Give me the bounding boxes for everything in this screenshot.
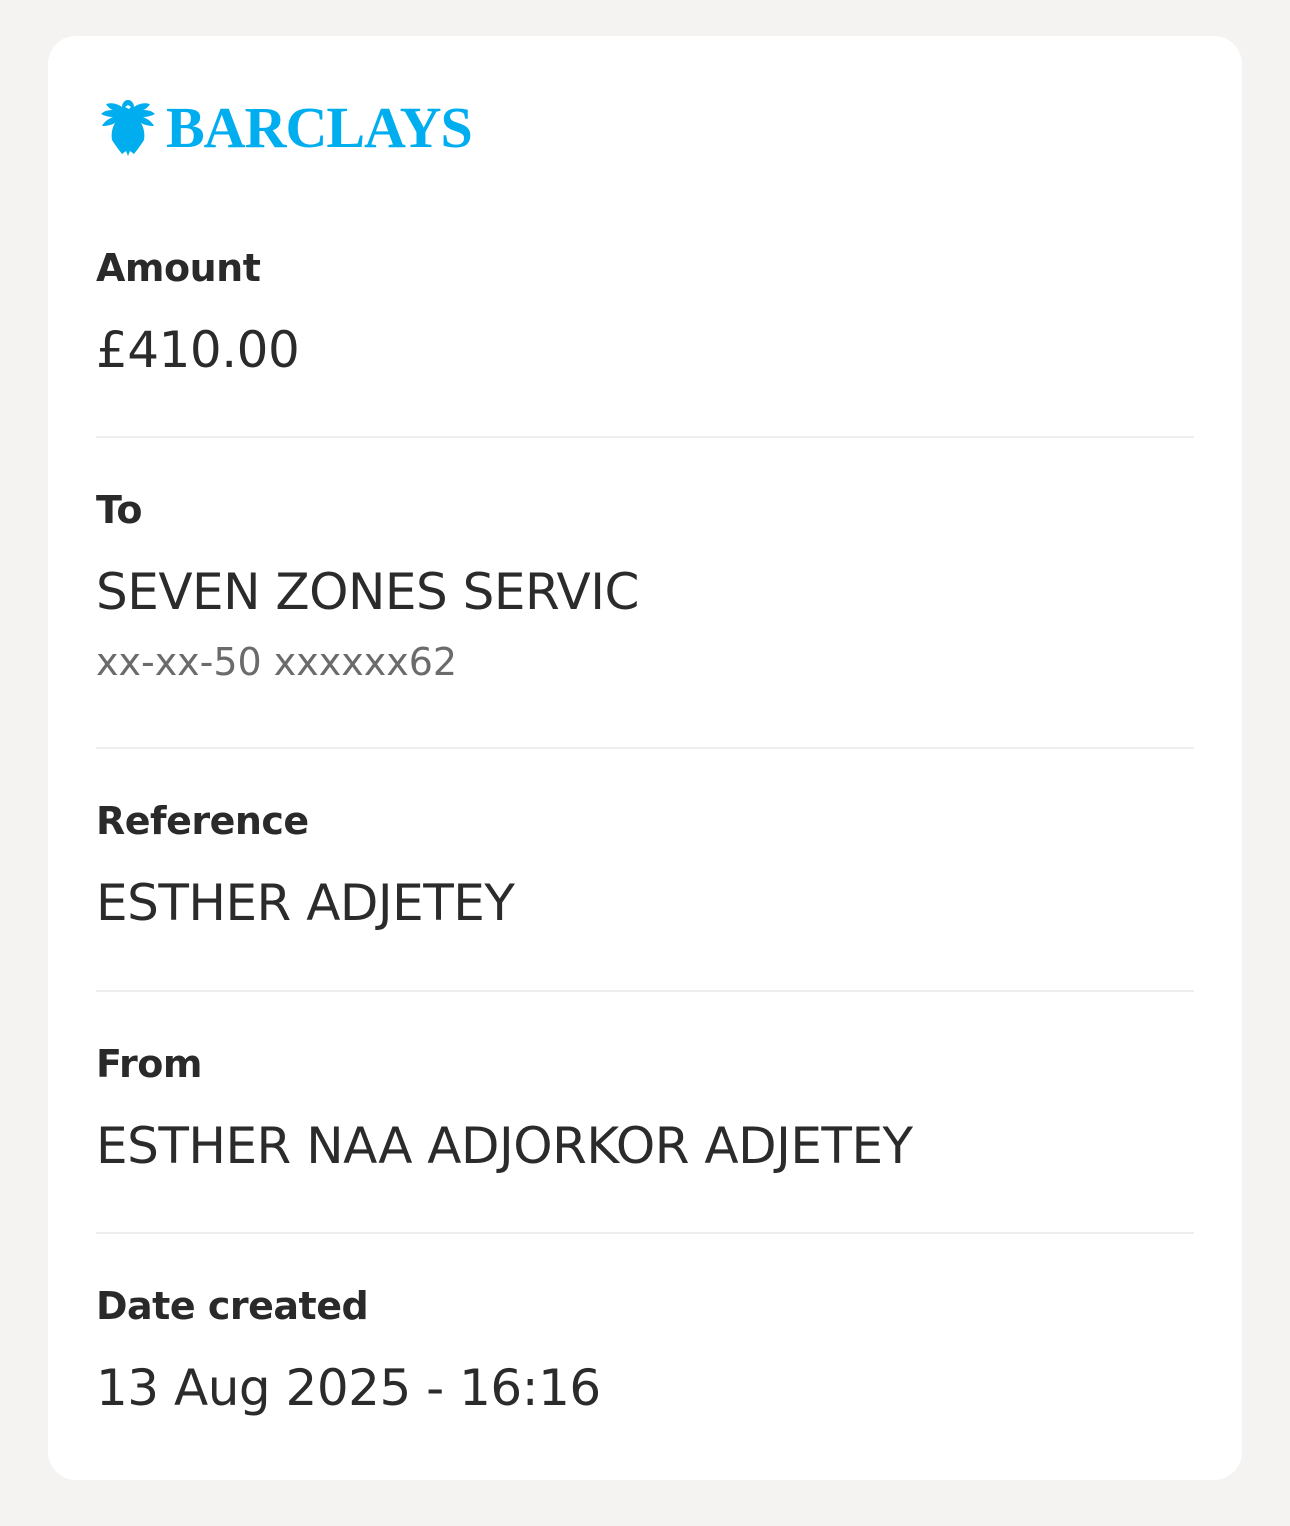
from-label: From	[96, 1042, 202, 1086]
divider	[96, 1232, 1194, 1234]
amount-label: Amount	[96, 246, 261, 290]
amount-section: Amount £410.00	[96, 246, 1194, 380]
amount-value: £410.00	[96, 320, 300, 379]
reference-value: ESTHER ADJETEY	[96, 873, 515, 932]
date-created-section: Date created 13 Aug 2025 - 16:16	[96, 1284, 1194, 1418]
from-value: ESTHER NAA ADJORKOR ADJETEY	[96, 1116, 913, 1175]
barclays-logo: BARCLAYS	[100, 95, 473, 160]
divider	[96, 747, 1194, 749]
payee-account: xx-xx-50 xxxxxx62	[96, 639, 458, 684]
to-label: To	[96, 488, 142, 532]
date-created-value: 13 Aug 2025 - 16:16	[96, 1358, 601, 1417]
reference-section: Reference ESTHER ADJETEY	[96, 799, 1194, 933]
divider	[96, 990, 1194, 992]
brand-name: BARCLAYS	[166, 95, 473, 160]
to-section: To SEVEN ZONES SERVIC xx-xx-50 xxxxxx62	[96, 488, 1194, 685]
divider	[96, 436, 1194, 438]
date-created-label: Date created	[96, 1284, 369, 1328]
from-section: From ESTHER NAA ADJORKOR ADJETEY	[96, 1042, 1194, 1176]
reference-label: Reference	[96, 799, 309, 843]
payment-details-card: BARCLAYS Amount £410.00 To SEVEN ZONES S…	[48, 36, 1242, 1480]
payee-name: SEVEN ZONES SERVIC	[96, 562, 639, 621]
eagle-icon	[100, 98, 156, 158]
